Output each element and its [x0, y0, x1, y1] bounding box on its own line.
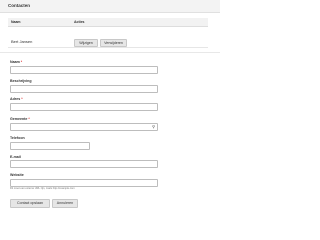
- description-label-text: Beschrijving: [10, 79, 32, 83]
- panel-header: Contacten: [0, 0, 220, 13]
- required-marker: *: [21, 97, 23, 101]
- cancel-button[interactable]: Annuleren: [52, 199, 78, 208]
- name-label-text: Naam: [10, 60, 20, 64]
- municipality-select[interactable]: ⚲: [10, 123, 158, 131]
- website-label: Website: [10, 173, 24, 177]
- phone-label: Telefoon: [10, 136, 25, 140]
- address-input[interactable]: [10, 103, 158, 111]
- phone-label-text: Telefoon: [10, 136, 25, 140]
- website-label-text: Website: [10, 173, 24, 177]
- contacts-table-header: Naam Acties: [8, 18, 208, 27]
- search-icon[interactable]: ⚲: [152, 125, 155, 129]
- website-input[interactable]: [10, 179, 158, 187]
- address-label: Adres *: [10, 97, 23, 101]
- municipality-label: Gemeente *: [10, 117, 30, 121]
- municipality-label-text: Gemeente: [10, 117, 28, 121]
- edit-button[interactable]: Wijzigen: [74, 39, 98, 47]
- name-input[interactable]: [10, 66, 158, 74]
- section-divider: [0, 52, 220, 53]
- panel-title: Contacten: [8, 3, 31, 8]
- contact-name: Bert Jansen: [11, 39, 33, 44]
- name-label: Naam *: [10, 60, 22, 64]
- email-label: E-mail: [10, 155, 21, 159]
- description-label: Beschrijving: [10, 79, 32, 83]
- address-label-text: Adres: [10, 97, 21, 101]
- email-input[interactable]: [10, 160, 158, 168]
- required-marker: *: [28, 117, 30, 121]
- email-label-text: E-mail: [10, 155, 21, 159]
- column-header-actions: Acties: [74, 20, 85, 24]
- column-header-name: Naam: [11, 20, 21, 24]
- phone-input[interactable]: [10, 142, 90, 150]
- required-marker: *: [20, 60, 23, 64]
- website-hint: Dit moet een externe URL zijn, zoals htt…: [10, 187, 75, 190]
- delete-button[interactable]: Verwijderen: [100, 39, 127, 47]
- save-contact-button[interactable]: Contact opslaan: [10, 199, 50, 208]
- table-row: Bert Jansen Wijzigen Verwijderen: [8, 35, 208, 48]
- description-input[interactable]: [10, 85, 158, 93]
